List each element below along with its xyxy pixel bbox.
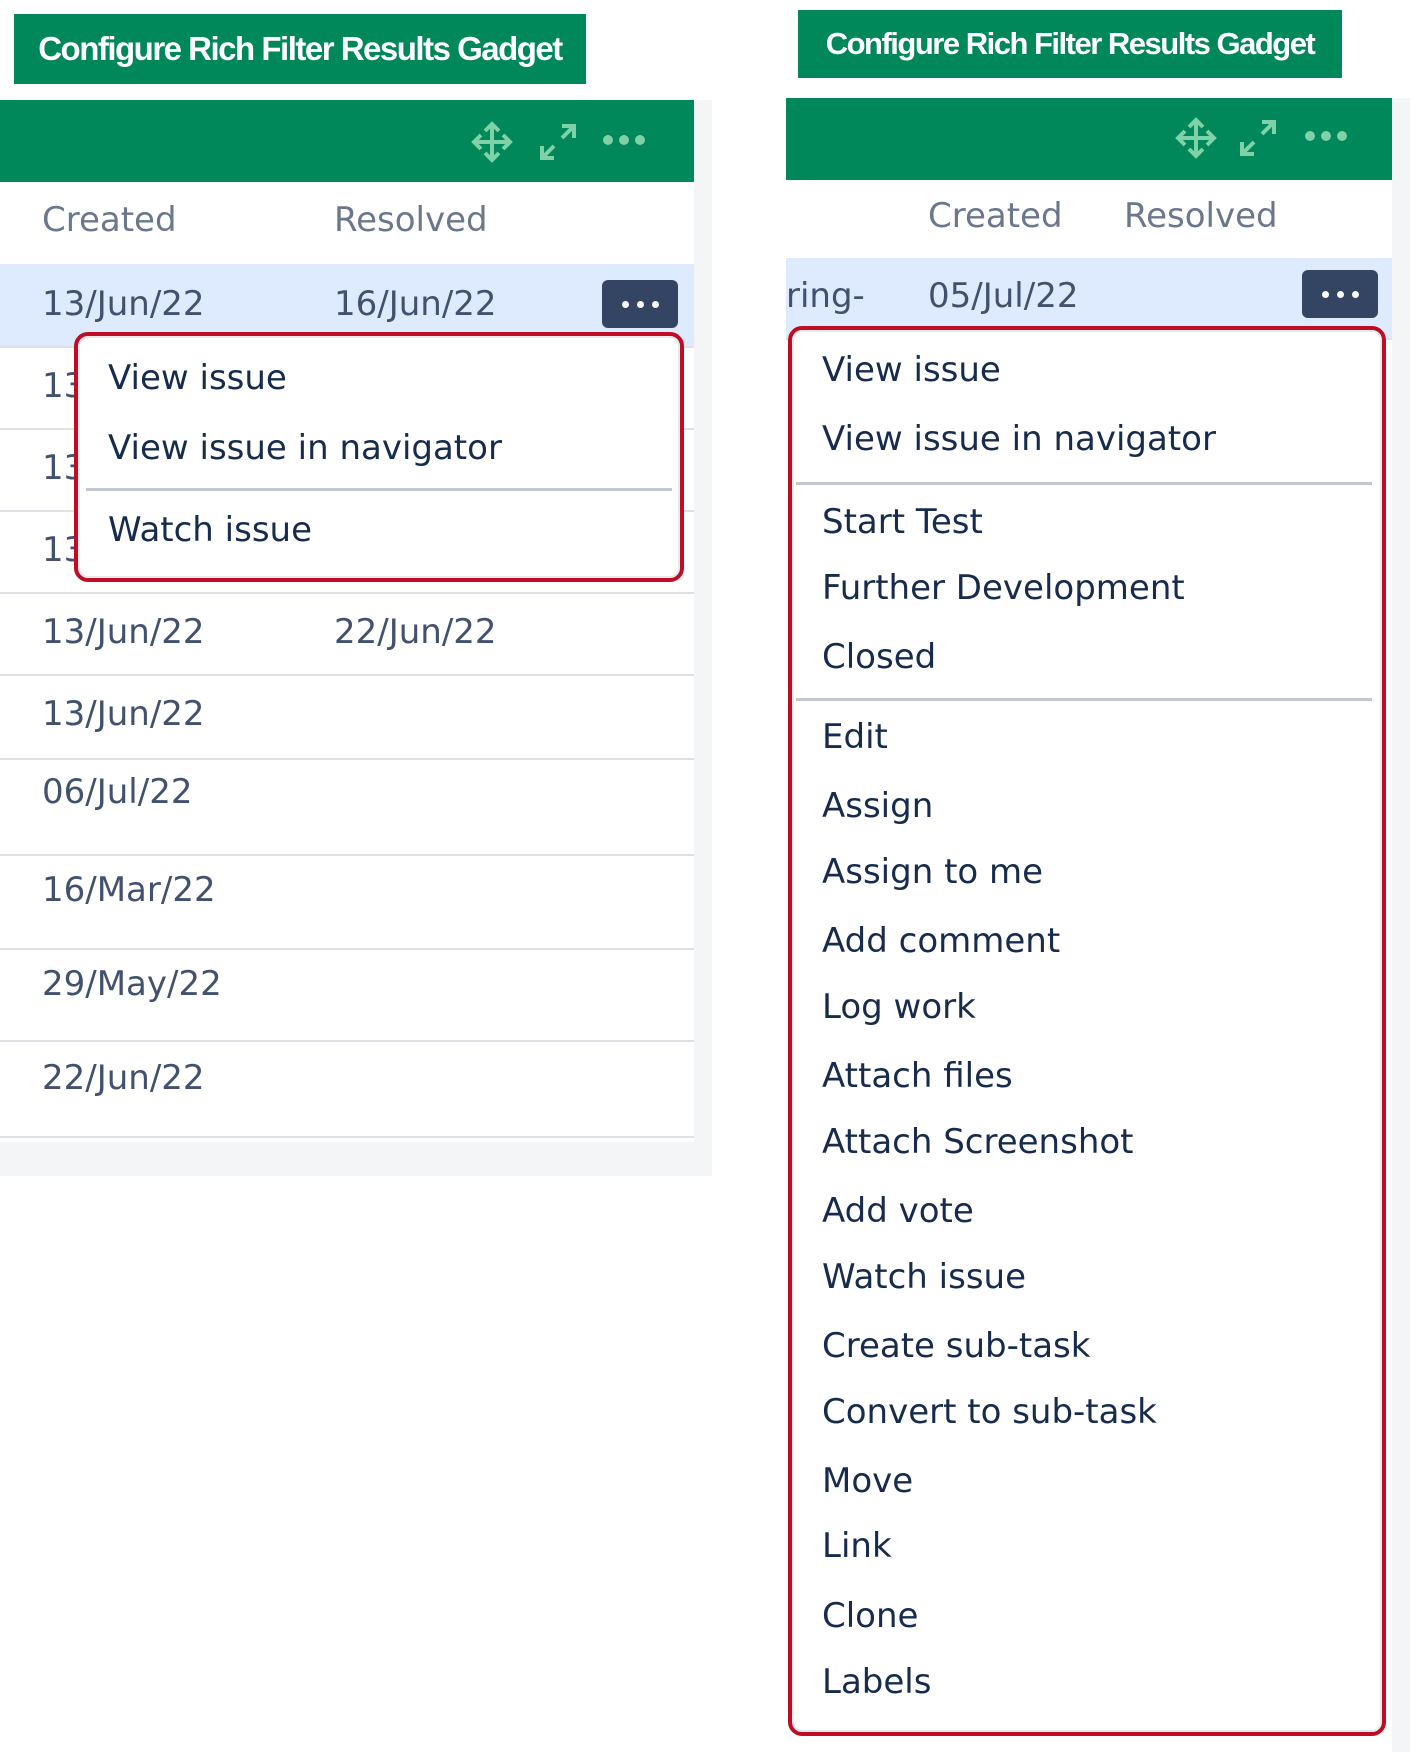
table-row[interactable]: 22/Jun/22 (0, 1040, 694, 1138)
menu-item-closed[interactable]: Closed (822, 637, 936, 677)
row-actions-button[interactable] (602, 280, 678, 328)
menu-item-assign-to-me[interactable]: Assign to me (822, 852, 1043, 892)
column-header-created[interactable]: Created (42, 200, 177, 240)
gadget-header-left (0, 100, 694, 182)
menu-item-labels[interactable]: Labels (822, 1662, 931, 1702)
row-actions-button[interactable] (1302, 270, 1378, 318)
menu-separator (86, 488, 672, 491)
summary-cell: ring- (786, 276, 865, 316)
menu-item-create-sub-task[interactable]: Create sub-task (822, 1326, 1090, 1366)
expand-icon[interactable] (534, 118, 582, 166)
table-header-row: Created Resolved (0, 182, 694, 266)
created-cell: 13/Jun/22 (42, 284, 205, 324)
menu-item-watch-issue[interactable]: Watch issue (822, 1257, 1026, 1297)
menu-item-assign[interactable]: Assign (822, 786, 933, 826)
resolved-cell: 16/Jun/22 (334, 284, 497, 324)
menu-item-view-issue[interactable]: View issue (108, 358, 287, 398)
menu-item-clone[interactable]: Clone (822, 1596, 918, 1636)
expand-icon[interactable] (1234, 114, 1282, 162)
column-header-created[interactable]: Created (928, 196, 1063, 236)
created-cell: 16/Mar/22 (42, 870, 216, 910)
menu-item-view-issue-in-navigator[interactable]: View issue in navigator (108, 428, 502, 468)
more-icon[interactable] (1304, 128, 1348, 142)
table-row[interactable]: 29/May/22 (0, 948, 694, 1042)
results-table-left: Created Resolved 13/Jun/22 16/Jun/22 13 … (0, 182, 694, 1142)
table-row[interactable]: 13/Jun/22 22/Jun/22 (0, 592, 694, 676)
menu-item-attach-screenshot[interactable]: Attach Screenshot (822, 1122, 1134, 1162)
menu-item-view-issue[interactable]: View issue (822, 350, 1001, 390)
menu-separator (796, 482, 1372, 485)
row-actions-menu-right: View issue View issue in navigator Start… (788, 326, 1386, 1736)
resolved-cell: 22/Jun/22 (334, 612, 497, 652)
menu-item-add-comment[interactable]: Add comment (822, 921, 1060, 961)
move-icon[interactable] (1174, 116, 1218, 160)
table-header-row: Created Resolved (786, 180, 1392, 260)
menu-separator (796, 698, 1372, 701)
more-icon[interactable] (602, 132, 646, 146)
table-row[interactable]: 06/Jul/22 (0, 758, 694, 856)
menu-item-log-work[interactable]: Log work (822, 987, 976, 1027)
created-cell: 05/Jul/22 (928, 276, 1079, 316)
move-icon[interactable] (470, 120, 514, 164)
configure-gadget-button-left[interactable]: Configure Rich Filter Results Gadget (14, 14, 586, 84)
created-cell: 13/Jun/22 (42, 612, 205, 652)
menu-item-start-test[interactable]: Start Test (822, 502, 983, 542)
created-cell: 13/Jun/22 (42, 694, 205, 734)
menu-item-add-vote[interactable]: Add vote (822, 1191, 974, 1231)
column-header-resolved[interactable]: Resolved (1124, 196, 1278, 236)
menu-item-link[interactable]: Link (822, 1526, 892, 1566)
table-row[interactable]: 13/Jun/22 (0, 674, 694, 760)
gadget-header-right (786, 98, 1392, 180)
row-actions-menu-left: View issue View issue in navigator Watch… (74, 332, 684, 582)
gadget-panel-left: Created Resolved 13/Jun/22 16/Jun/22 13 … (0, 100, 712, 1176)
menu-item-view-issue-in-navigator[interactable]: View issue in navigator (822, 419, 1216, 459)
created-cell: 22/Jun/22 (42, 1058, 205, 1098)
configure-gadget-button-right[interactable]: Configure Rich Filter Results Gadget (798, 10, 1342, 78)
created-cell: 29/May/22 (42, 964, 222, 1004)
menu-item-convert-to-sub-task[interactable]: Convert to sub-task (822, 1392, 1157, 1432)
menu-item-edit[interactable]: Edit (822, 717, 888, 757)
menu-item-further-development[interactable]: Further Development (822, 568, 1185, 608)
menu-item-move[interactable]: Move (822, 1461, 913, 1501)
column-header-resolved[interactable]: Resolved (334, 200, 488, 240)
created-cell: 06/Jul/22 (42, 772, 193, 812)
table-row[interactable]: 16/Mar/22 (0, 854, 694, 950)
menu-item-watch-issue[interactable]: Watch issue (108, 510, 312, 550)
menu-item-attach-files[interactable]: Attach files (822, 1056, 1013, 1096)
